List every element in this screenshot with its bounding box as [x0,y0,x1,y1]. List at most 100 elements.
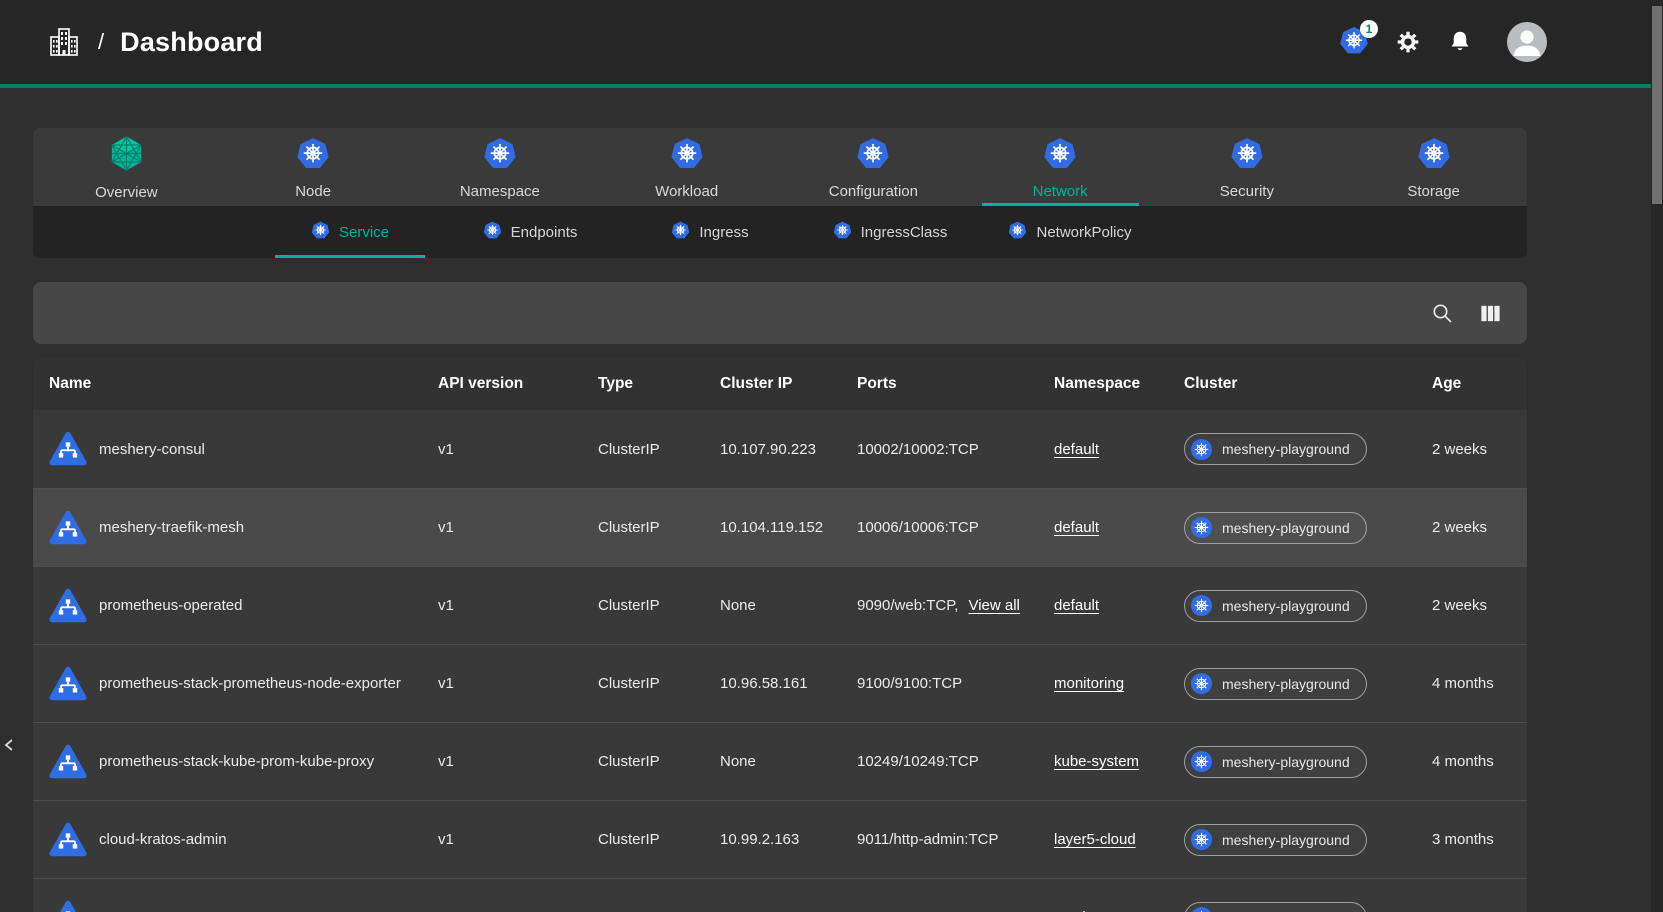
service-type: ClusterIP [598,831,720,848]
kubernetes-icon [311,221,330,240]
kubernetes-context-button[interactable]: 1 [1339,26,1369,59]
subtab-label: NetworkPolicy [1036,224,1131,241]
namespace-link[interactable]: default [1054,441,1099,458]
service-resource-icon [49,587,87,625]
namespace-link[interactable]: kube-system [1054,753,1139,770]
api-version: v1 [438,597,598,614]
tab-storage[interactable]: Storage [1340,128,1527,206]
kubernetes-icon [483,221,502,240]
table-body: meshery-consul v1 ClusterIP 10.107.90.22… [33,410,1527,912]
notifications-button[interactable] [1447,29,1473,55]
kubernetes-icon [1230,137,1264,171]
table-row: meshery- meshery-playground [33,878,1527,912]
column-header-cluster-ip[interactable]: Cluster IP [720,375,857,393]
tab-label: Security [1220,183,1274,200]
subtab-label: Ingress [699,224,748,241]
services-table: Name API version Type Cluster IP Ports N… [33,358,1527,912]
kubernetes-icon [1043,137,1077,171]
search-button[interactable] [1427,298,1457,328]
user-avatar[interactable] [1507,22,1547,62]
column-header-ports[interactable]: Ports [857,375,1054,393]
tab-node[interactable]: Node [220,128,407,206]
cluster-chip[interactable]: meshery-playground [1184,746,1367,778]
tab-overview[interactable]: Overview [33,128,220,206]
tab-security[interactable]: Security [1154,128,1341,206]
age-value: 2 weeks [1432,441,1527,458]
drawer-collapse-button[interactable] [0,728,20,762]
namespace-link[interactable]: default [1054,519,1099,536]
cluster-ip: 10.99.2.163 [720,831,857,848]
tab-label: Workload [655,183,718,200]
cluster-ip: 10.107.90.223 [720,441,857,458]
ports-value: 9011/http-admin:TCP [857,831,998,848]
cluster-chip[interactable]: meshery-playground [1184,902,1367,912]
subtab-networkpolicy[interactable]: NetworkPolicy [980,206,1160,258]
view-all-ports-link[interactable]: View all [968,597,1019,614]
api-version: v1 [438,831,598,848]
tab-configuration[interactable]: Configuration [780,128,967,206]
cluster-chip[interactable]: meshery-playground [1184,824,1367,856]
cluster-ip: 10.96.58.161 [720,675,857,692]
breadcrumb: / Dashboard [46,24,263,60]
service-type: ClusterIP [598,519,720,536]
cluster-name: meshery-playground [1222,832,1350,848]
tab-namespace[interactable]: Namespace [407,128,594,206]
cluster-chip[interactable]: meshery-playground [1184,512,1367,544]
app-header: / Dashboard 1 [0,0,1663,88]
ports-value: 9090/web:TCP, [857,597,958,614]
context-count-badge: 1 [1360,20,1378,38]
settings-button[interactable] [1395,29,1421,55]
api-version: v1 [438,675,598,692]
subtab-ingressclass[interactable]: IngressClass [800,206,980,258]
cluster-ip: None [720,753,857,770]
kubernetes-icon [1008,221,1027,240]
kubernetes-icon [1190,672,1213,695]
service-type: ClusterIP [598,675,720,692]
resource-tabs: Overview [33,128,1527,206]
tab-workload[interactable]: Workload [593,128,780,206]
service-name: cloud-kratos-admin [99,831,227,848]
cluster-chip[interactable]: meshery-playground [1184,433,1367,465]
kubernetes-icon [1190,906,1213,912]
kubernetes-icon [856,137,890,171]
column-header-cluster[interactable]: Cluster [1184,375,1432,393]
app-root: / Dashboard 1 [0,0,1663,912]
namespace-link[interactable]: monitoring [1054,675,1124,692]
search-icon [1430,301,1454,325]
column-header-name[interactable]: Name [33,375,438,393]
kubernetes-icon [1190,516,1213,539]
network-subtabs: Service Endpoints Ingress IngressClass [33,206,1527,258]
namespace-link[interactable]: layer5-cloud [1054,831,1136,848]
column-header-type[interactable]: Type [598,375,720,393]
age-value: 4 months [1432,675,1527,692]
scrollbar [1651,0,1663,912]
subtab-service[interactable]: Service [260,206,440,258]
tab-network[interactable]: Network [967,128,1154,206]
kubernetes-icon [833,221,852,240]
tab-label: Configuration [829,183,918,200]
service-type: ClusterIP [598,441,720,458]
kubernetes-icon [1190,594,1213,617]
ports-value: 10249/10249:TCP [857,753,979,770]
scrollbar-thumb[interactable] [1652,6,1662,204]
service-resource-icon [49,430,87,468]
view-columns-button[interactable] [1475,298,1505,328]
page-title: Dashboard [120,27,263,58]
column-header-api-version[interactable]: API version [438,375,598,393]
column-header-age[interactable]: Age [1432,375,1527,393]
subtab-endpoints[interactable]: Endpoints [440,206,620,258]
table-row: meshery-traefik-mesh v1 ClusterIP 10.104… [33,488,1527,566]
column-header-namespace[interactable]: Namespace [1054,375,1184,393]
service-type: ClusterIP [598,753,720,770]
cluster-chip[interactable]: meshery-playground [1184,668,1367,700]
api-version: v1 [438,519,598,536]
kubernetes-icon [670,137,704,171]
cluster-chip[interactable]: meshery-playground [1184,590,1367,622]
api-version: v1 [438,753,598,770]
subtab-ingress[interactable]: Ingress [620,206,800,258]
chevron-left-icon [2,737,18,753]
cluster-name: meshery-playground [1222,520,1350,536]
subtab-label: Endpoints [511,224,578,241]
namespace-link[interactable]: default [1054,597,1099,614]
service-name: meshery-traefik-mesh [99,519,244,536]
